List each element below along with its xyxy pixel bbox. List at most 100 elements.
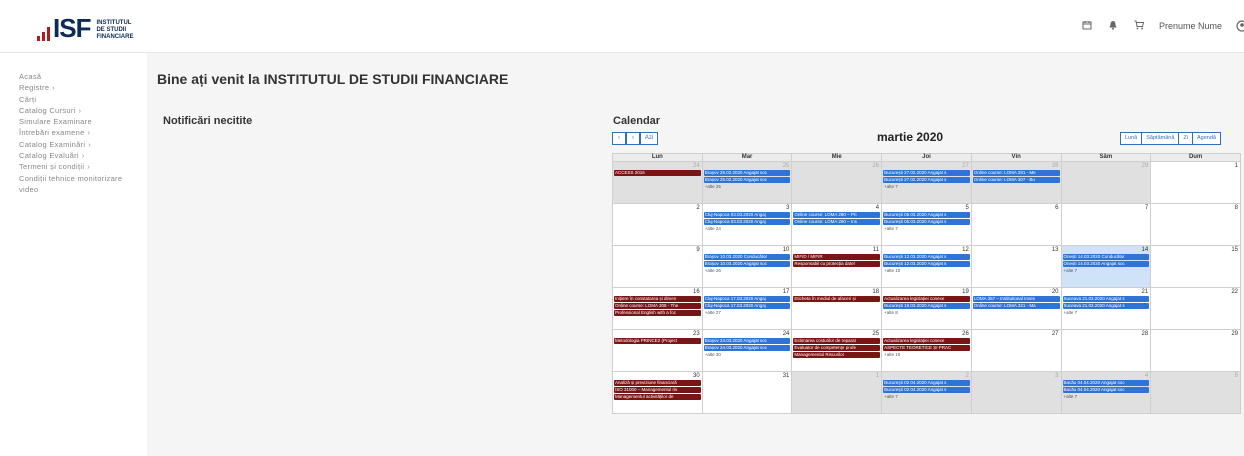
calendar-day[interactable]: 5 București 05.03.2020 Angajat s București… bbox=[881, 203, 972, 246]
calendar-day[interactable]: 24 Brașov 24.03.2020 Angajat soc Brașov 24… bbox=[701, 329, 793, 372]
day-number[interactable]: 9 bbox=[613, 246, 702, 254]
day-number[interactable]: 8 bbox=[1151, 204, 1240, 212]
calendar-event[interactable]: Responsabil cu protecția datel bbox=[793, 261, 881, 267]
calendar-day[interactable]: 29 bbox=[1150, 329, 1241, 372]
more-events-link[interactable]: +alte 26 bbox=[703, 268, 792, 274]
calendar-event[interactable]: Brașov 25.02.2020 Angajat soc bbox=[703, 170, 791, 176]
calendar-event[interactable]: Evaluator de competențe profe bbox=[793, 345, 881, 351]
calendar-event[interactable]: Managementul activităților de bbox=[614, 394, 701, 400]
sidebar-item[interactable]: Simulare Examinare bbox=[19, 116, 147, 127]
view-agenda-button[interactable]: Agendă bbox=[1191, 132, 1221, 145]
calendar-day[interactable]: 23 Metodologia PRINCE2 (Project bbox=[612, 329, 703, 372]
calendar-day[interactable]: 9 bbox=[612, 245, 703, 288]
more-events-link[interactable]: +alte 24 bbox=[703, 226, 792, 232]
calendar-day[interactable]: 1 bbox=[791, 371, 883, 414]
day-number[interactable]: 2 bbox=[613, 204, 702, 212]
calendar-day[interactable]: 31 bbox=[701, 371, 793, 414]
day-number[interactable]: 14 bbox=[1062, 246, 1151, 254]
calendar-day[interactable]: 1 bbox=[1150, 161, 1241, 204]
day-number[interactable]: 16 bbox=[613, 288, 702, 296]
calendar-event[interactable]: Brașov 10.03.2020 Angajat soc bbox=[703, 261, 791, 267]
calendar-day[interactable]: 5 bbox=[1150, 371, 1241, 414]
calendar-event[interactable]: Cluj-Napoca 17.03.2020 Angaj bbox=[703, 296, 791, 302]
day-number[interactable]: 15 bbox=[1151, 246, 1240, 254]
calendar-event[interactable]: Eticheta în mediul de afaceri și bbox=[793, 296, 881, 302]
calendar-day[interactable]: 27 bbox=[970, 329, 1062, 372]
calendar-event[interactable]: București 27.02.2020 Angajat s bbox=[883, 177, 970, 183]
sidebar-item[interactable]: Catalog Examinări › bbox=[19, 139, 147, 150]
calendar-day[interactable]: 17 Cluj-Napoca 17.03.2020 Angaj Cluj-Napoc… bbox=[701, 287, 793, 330]
calendar-event[interactable]: Analiză și previziune financiară bbox=[614, 380, 701, 386]
sidebar-item[interactable]: Catalog Evaluări › bbox=[19, 150, 147, 161]
calendar-event[interactable]: Inițiere în constatarea și dimen bbox=[614, 296, 701, 302]
calendar-event[interactable]: București 05.03.2020 Angajat s bbox=[883, 219, 970, 225]
calendar-day[interactable]: 3 Cluj-Napoca 03.03.2020 Angaj Cluj-Napoca… bbox=[701, 203, 793, 246]
calendar-icon[interactable] bbox=[1081, 20, 1093, 32]
calendar-event[interactable]: Online course: LOMA 321 - Ma bbox=[972, 303, 1060, 309]
calendar-day[interactable]: 16 Inițiere în constatarea și dimen Online… bbox=[612, 287, 703, 330]
calendar-event[interactable]: Suceava 21.03.2020 Angajat s bbox=[1062, 303, 1150, 309]
calendar-event[interactable]: Metodologia PRINCE2 (Project bbox=[614, 338, 701, 344]
calendar-event[interactable]: Online course: LOMA 308 - The bbox=[614, 303, 701, 309]
calendar-day[interactable]: 4 Bacău 04.04.2020 Angajat soc Bacău 04.04… bbox=[1060, 371, 1152, 414]
calendar-event[interactable]: București 02.04.2020 Angajat s bbox=[883, 380, 970, 386]
calendar-day[interactable]: 20 LOMA 357 – Institutional Inves Online c… bbox=[970, 287, 1062, 330]
calendar-day[interactable]: 3 bbox=[970, 371, 1062, 414]
calendar-event[interactable]: ISO 31000 – Managementul ris bbox=[614, 387, 701, 393]
calendar-event[interactable]: Online course: LOMA 280 – Pri bbox=[793, 212, 881, 218]
day-number[interactable]: 27 bbox=[972, 330, 1061, 338]
day-number[interactable]: 28 bbox=[1062, 330, 1151, 338]
calendar-day[interactable]: 7 bbox=[1060, 203, 1152, 246]
calendar-day[interactable]: 29 bbox=[1060, 161, 1152, 204]
day-number[interactable]: 3 bbox=[703, 204, 792, 212]
day-number[interactable]: 11 bbox=[792, 246, 881, 254]
calendar-day[interactable]: 11 MIFID / MIFIR Responsabil cu protecția … bbox=[791, 245, 883, 288]
calendar-day[interactable]: 8 bbox=[1150, 203, 1241, 246]
day-number[interactable]: 1 bbox=[1151, 162, 1240, 170]
isf-logo[interactable]: ISF INSTITUTUL DE STUDII FINANCIARE bbox=[37, 13, 136, 41]
calendar-event[interactable]: ACCESS 2016 bbox=[614, 170, 701, 176]
day-number[interactable]: 27 bbox=[882, 162, 971, 170]
day-number[interactable]: 22 bbox=[1151, 288, 1240, 296]
view-day-button[interactable]: Zi bbox=[1178, 132, 1193, 145]
day-number[interactable]: 12 bbox=[882, 246, 971, 254]
calendar-day[interactable]: 15 bbox=[1150, 245, 1241, 288]
day-number[interactable]: 23 bbox=[613, 330, 702, 338]
calendar-event[interactable]: Onești 14.03.2020 Angajat soc bbox=[1062, 261, 1150, 267]
more-events-link[interactable]: +alte 10 bbox=[882, 352, 971, 358]
calendar-event[interactable]: Brașov 10.03.2020 Conducător bbox=[703, 254, 791, 260]
calendar-day[interactable]: 28 Online course: LOMA 281 - Me Online cou… bbox=[970, 161, 1062, 204]
more-events-link[interactable]: +alte 7 bbox=[882, 226, 971, 232]
calendar-event[interactable]: Actualizarea legislației conexe bbox=[883, 296, 970, 302]
day-number[interactable]: 18 bbox=[792, 288, 881, 296]
calendar-day[interactable]: 2 bbox=[612, 203, 703, 246]
day-number[interactable]: 25 bbox=[703, 162, 792, 170]
day-number[interactable]: 4 bbox=[792, 204, 881, 212]
calendar-event[interactable]: Online course: LOMA 290 – Ins bbox=[793, 219, 881, 225]
calendar-day[interactable]: 13 bbox=[970, 245, 1062, 288]
calendar-day[interactable]: 2 București 02.04.2020 Angajat s București… bbox=[881, 371, 972, 414]
calendar-event[interactable]: ASPECTE TEORETICE ȘI PRAC bbox=[883, 345, 970, 351]
sidebar-item[interactable]: video bbox=[19, 184, 147, 195]
calendar-event[interactable]: Managementul Riscurilor bbox=[793, 352, 881, 358]
calendar-day[interactable]: 21 Suceava 21.03.2020 Angajat s Suceava 21… bbox=[1060, 287, 1152, 330]
more-events-link[interactable]: +alte 10 bbox=[882, 268, 971, 274]
calendar-day[interactable]: 14 Onești 14.03.2020 Conducător Onești 14.… bbox=[1060, 245, 1152, 288]
next-month-button[interactable]: › bbox=[626, 132, 640, 145]
day-number[interactable]: 5 bbox=[882, 204, 971, 212]
day-number[interactable]: 29 bbox=[1062, 162, 1151, 170]
calendar-day[interactable]: 26 bbox=[791, 161, 883, 204]
calendar-day[interactable]: 26 Actualizarea legislației conexe ASPECTE… bbox=[881, 329, 972, 372]
day-number[interactable]: 25 bbox=[792, 330, 881, 338]
calendar-day[interactable]: 28 bbox=[1060, 329, 1152, 372]
calendar-day[interactable]: 30 Analiză și previziune financiară ISO 31… bbox=[612, 371, 703, 414]
calendar-event[interactable]: Bacău 04.04.2020 Angajat soc bbox=[1062, 387, 1150, 393]
calendar-day[interactable]: 22 bbox=[1150, 287, 1241, 330]
calendar-event[interactable]: Cluj-Napoca 03.03.2020 Angaj bbox=[703, 212, 791, 218]
calendar-event[interactable]: Bacău 04.04.2020 Angajat soc bbox=[1062, 380, 1150, 386]
more-events-link[interactable]: +alte 7 bbox=[1062, 310, 1151, 316]
calendar-event[interactable]: București 05.03.2020 Angajat s bbox=[883, 212, 970, 218]
more-events-link[interactable]: +alte 7 bbox=[1062, 394, 1151, 400]
calendar-day[interactable]: 24 ACCESS 2016 bbox=[612, 161, 703, 204]
calendar-event[interactable]: MIFID / MIFIR bbox=[793, 254, 881, 260]
